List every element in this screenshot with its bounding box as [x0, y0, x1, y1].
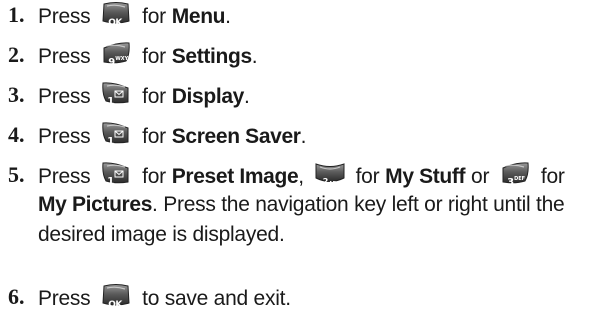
for-text: for — [142, 85, 166, 108]
one-key-icon: 1 — [100, 80, 132, 107]
press-text: Press — [38, 125, 91, 148]
period: . — [225, 5, 231, 28]
press-text: Press — [38, 287, 91, 310]
for-text: for — [142, 5, 166, 28]
screen-saver-target: Screen Saver — [171, 125, 301, 148]
period: . — [243, 85, 250, 108]
three-key-icon: 3 DEF — [499, 160, 531, 188]
step-number: 1. — [8, 2, 25, 27]
instruction-text: . Press the navigation key left or right… — [152, 193, 565, 216]
step-number: 6. — [8, 284, 25, 309]
for-text: for — [142, 165, 166, 188]
instruction-text: desired image is displayed. — [38, 223, 285, 246]
instruction-list: 1. Press OK for Menu. 2. Press 9 WXYZ for… — [0, 0, 599, 312]
press-text: Press — [38, 165, 91, 188]
nine-key-icon: 9 WXYZ — [100, 40, 132, 68]
or-text: or — [471, 165, 490, 188]
period: . — [251, 45, 258, 68]
period: . — [300, 125, 307, 148]
instruction-text: to save and exit. — [142, 287, 291, 310]
two-key-icon: 2 ABC — [314, 160, 346, 187]
step-number: 3. — [8, 82, 25, 107]
menu-target: Menu — [171, 5, 226, 28]
for-text: for — [540, 165, 565, 188]
one-key-icon: 1 — [100, 160, 132, 187]
my-pictures-target: My Pictures — [38, 193, 153, 216]
preset-image-target: Preset Image — [171, 165, 299, 188]
settings-target: Settings — [171, 45, 252, 68]
for-text: for — [142, 45, 166, 68]
press-text: Press — [38, 85, 91, 108]
one-key-icon: 1 — [100, 120, 132, 147]
step-number: 5. — [8, 162, 25, 187]
ok-key-icon: OK — [100, 282, 132, 310]
for-text: for — [355, 165, 380, 188]
step-number: 4. — [8, 122, 25, 147]
step-number: 2. — [8, 42, 25, 67]
my-stuff-target: My Stuff — [385, 165, 466, 188]
display-target: Display — [171, 85, 245, 108]
ok-key-icon: OK — [100, 0, 132, 28]
press-text: Press — [38, 5, 91, 28]
for-text: for — [142, 125, 166, 148]
press-text: Press — [38, 45, 91, 68]
comma: , — [298, 165, 304, 188]
